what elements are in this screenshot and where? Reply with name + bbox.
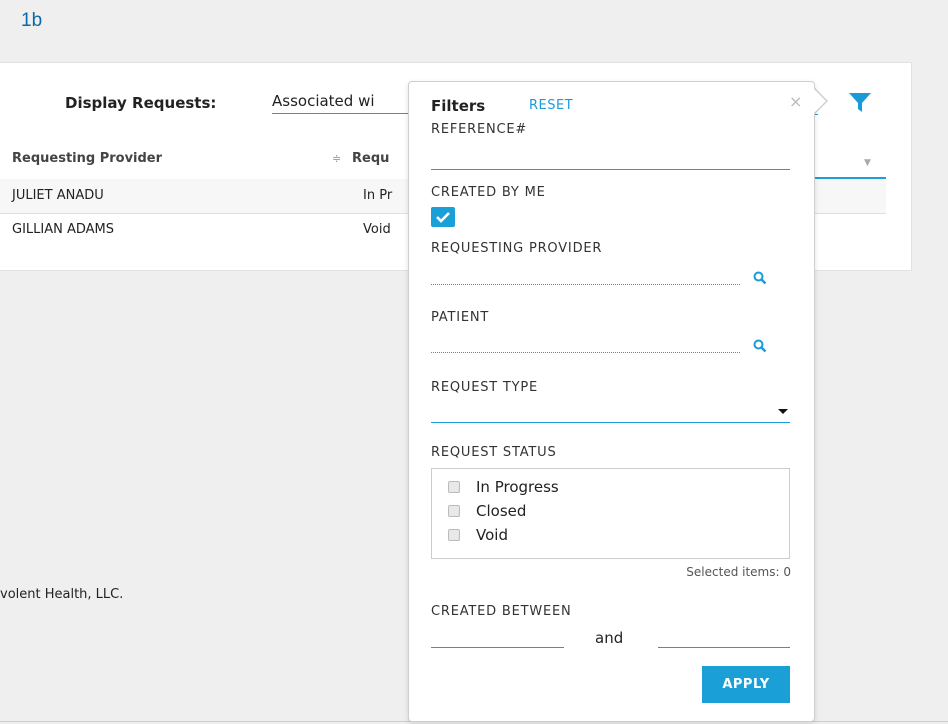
page-label: 1b <box>21 10 43 31</box>
search-icon[interactable] <box>753 271 767 285</box>
popover-arrow-inner <box>813 88 826 114</box>
requesting-provider-input[interactable] <box>431 284 740 285</box>
checkbox[interactable] <box>448 529 460 541</box>
display-requests-select[interactable]: Associated wi <box>272 92 412 114</box>
request-type-select[interactable] <box>431 422 790 423</box>
apply-button[interactable]: APPLY <box>702 666 790 703</box>
status-option-in-progress[interactable]: In Progress <box>448 478 559 496</box>
chevron-down-icon[interactable]: ▼ <box>864 158 871 168</box>
checkbox[interactable] <box>448 505 460 517</box>
created-to-input[interactable] <box>658 647 790 648</box>
table-cell-provider: GILLIAN ADAMS <box>12 222 115 237</box>
column-header-request-status[interactable]: Requ <box>352 151 389 166</box>
status-option-closed[interactable]: Closed <box>448 502 526 520</box>
request-status-list: In Progress Closed Void <box>431 468 790 559</box>
reference-label: REFERENCE# <box>431 122 528 137</box>
checkmark-icon <box>436 212 450 223</box>
reset-button[interactable]: RESET <box>529 98 573 113</box>
patient-label: PATIENT <box>431 310 490 325</box>
created-by-me-label: CREATED BY ME <box>431 185 546 200</box>
reference-input[interactable] <box>431 169 790 170</box>
request-status-label: REQUEST STATUS <box>431 445 557 460</box>
filters-title: Filters <box>431 97 486 115</box>
close-icon[interactable]: × <box>789 92 802 111</box>
selected-items-count: Selected items: 0 <box>686 565 791 579</box>
search-icon[interactable] <box>753 339 767 353</box>
status-option-void[interactable]: Void <box>448 526 508 544</box>
request-type-label: REQUEST TYPE <box>431 380 539 395</box>
column-header-requesting-provider[interactable]: Requesting Provider <box>12 151 162 166</box>
status-option-label: Void <box>476 526 508 544</box>
and-label: and <box>595 629 624 647</box>
filter-icon[interactable] <box>848 91 872 113</box>
requesting-provider-label: REQUESTING PROVIDER <box>431 241 603 256</box>
chevron-down-icon[interactable] <box>778 409 788 414</box>
created-between-label: CREATED BETWEEN <box>431 604 572 619</box>
filters-panel: Filters RESET × REFERENCE# CREATED BY ME… <box>408 81 815 722</box>
patient-input[interactable] <box>431 352 740 353</box>
created-by-me-checkbox[interactable] <box>431 207 455 227</box>
table-cell-status: Void <box>363 222 391 237</box>
footer-copyright: volent Health, LLC. <box>0 587 124 602</box>
status-option-label: Closed <box>476 502 527 520</box>
table-cell-status: In Pr <box>363 188 393 203</box>
created-from-input[interactable] <box>431 647 564 648</box>
checkbox[interactable] <box>448 481 460 493</box>
status-option-label: In Progress <box>476 478 559 496</box>
table-cell-provider: JULIET ANADU <box>12 188 104 203</box>
display-requests-label: Display Requests: <box>65 94 217 112</box>
sort-icon[interactable]: ≑ <box>332 152 341 165</box>
